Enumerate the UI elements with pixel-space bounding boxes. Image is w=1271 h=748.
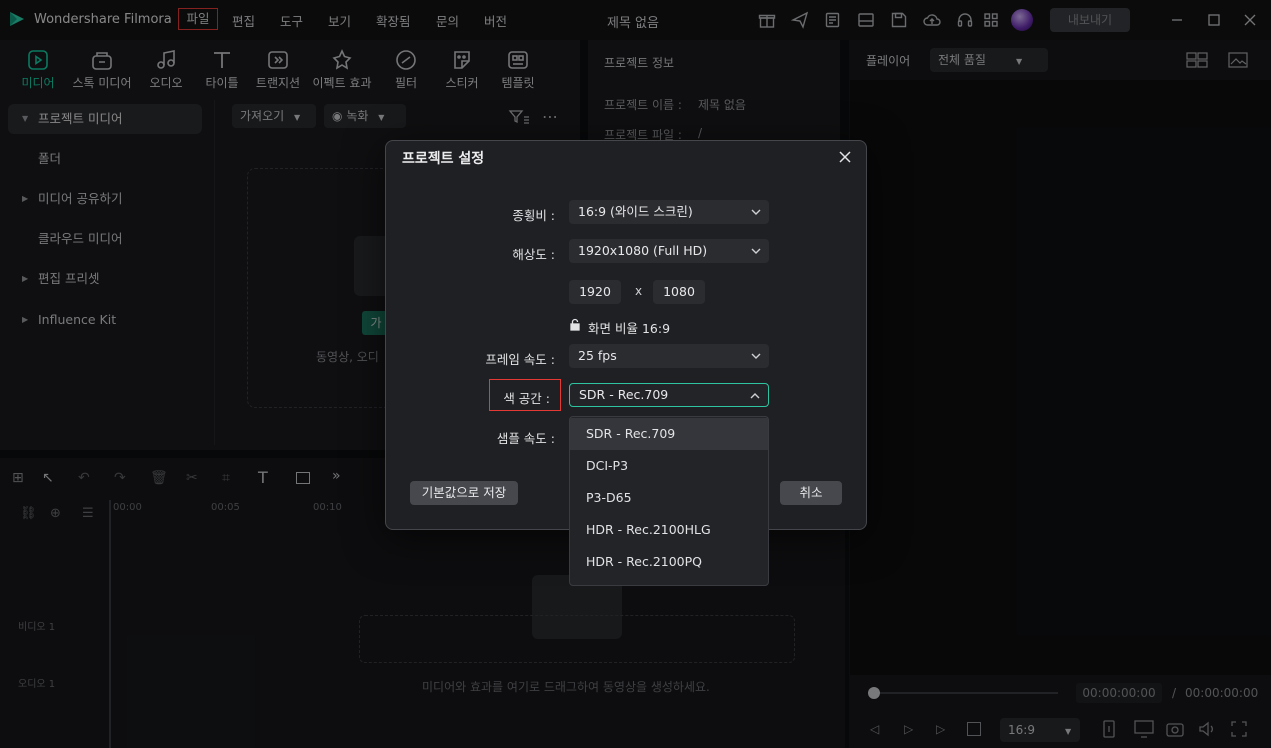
color-space-value: SDR - Rec.709 (579, 387, 669, 402)
resolution-label: 해상도 : (512, 247, 555, 262)
aspect-ratio-value: 16:9 (와이드 스크린) (578, 204, 693, 219)
chevron-down-icon (751, 209, 761, 215)
sample-rate-label: 샘플 속도 : (496, 431, 555, 446)
option-hdr-pq[interactable]: HDR - Rec.2100PQ (570, 546, 768, 578)
frame-rate-label: 프레임 속도 : (485, 352, 555, 367)
frame-rate-value: 25 fps (578, 348, 617, 363)
chevron-down-icon (751, 248, 761, 254)
dialog-title: 프로젝트 설정 (402, 151, 485, 167)
width-input[interactable]: 1920 (569, 280, 621, 304)
option-p3-d65[interactable]: P3-D65 (570, 482, 768, 514)
color-space-options: SDR - Rec.709 DCI-P3 P3-D65 HDR - Rec.21… (569, 416, 769, 586)
color-space-label: 색 공간 : (503, 391, 550, 406)
chevron-down-icon (751, 353, 761, 359)
cancel-button[interactable]: 취소 (780, 481, 842, 505)
option-sdr-rec709[interactable]: SDR - Rec.709 (570, 418, 768, 450)
dimension-separator: x (635, 284, 643, 298)
resolution-value: 1920x1080 (Full HD) (578, 243, 708, 258)
aspect-ratio-select[interactable]: 16:9 (와이드 스크린) (569, 200, 769, 224)
color-space-select[interactable]: SDR - Rec.709 (569, 383, 769, 407)
lock-ratio-text: 화면 비율 16:9 (588, 321, 671, 336)
height-input[interactable]: 1080 (653, 280, 705, 304)
option-dci-p3[interactable]: DCI-P3 (570, 450, 768, 482)
save-as-default-button[interactable]: 기본값으로 저장 (410, 481, 518, 505)
resolution-select[interactable]: 1920x1080 (Full HD) (569, 239, 769, 263)
aspect-ratio-label: 종횡비 : (512, 208, 555, 223)
close-icon[interactable] (836, 148, 854, 166)
option-hdr-hlg[interactable]: HDR - Rec.2100HLG (570, 514, 768, 546)
frame-rate-select[interactable]: 25 fps (569, 344, 769, 368)
lock-icon[interactable] (569, 318, 581, 331)
chevron-up-icon (750, 393, 760, 399)
